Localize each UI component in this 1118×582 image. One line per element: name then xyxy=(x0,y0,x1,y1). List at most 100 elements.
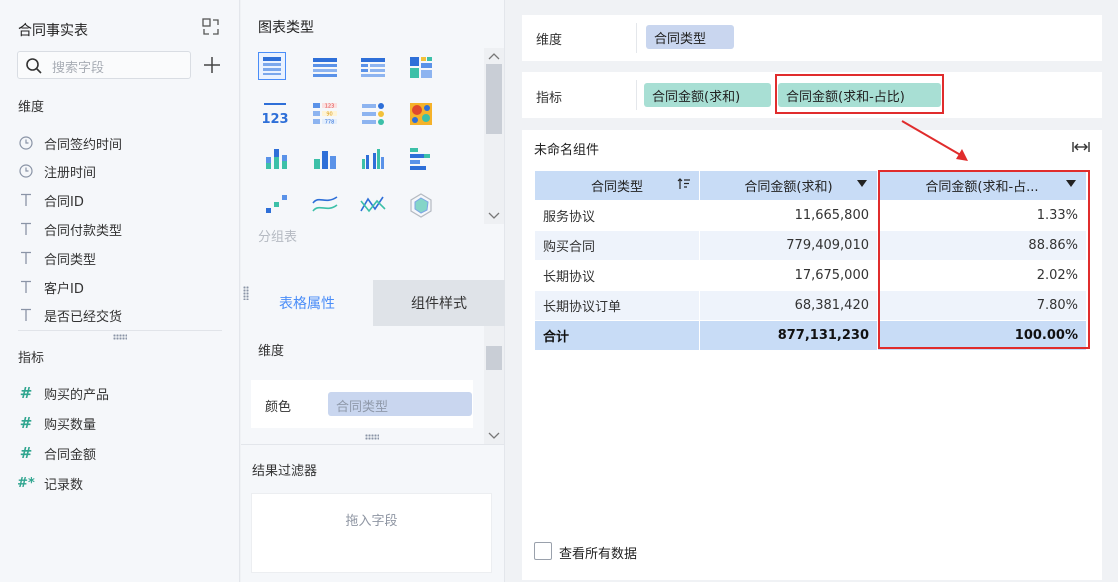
field-item-contract-id[interactable]: 合同ID xyxy=(18,189,84,211)
field-item-contract-sign-time[interactable]: 合同签约时间 xyxy=(18,132,122,154)
group-table-icon[interactable] xyxy=(311,54,339,82)
chart-type-scrollbar[interactable] xyxy=(484,48,504,224)
svg-text:778: 778 xyxy=(325,120,335,126)
section-divider xyxy=(18,330,222,331)
resize-grip-icon[interactable] xyxy=(365,434,379,440)
indicator-card-icon[interactable] xyxy=(359,100,387,128)
field-label: 记录数 xyxy=(44,477,84,493)
property-dimension-label: 维度 xyxy=(258,344,285,359)
column-header-amount-sum[interactable]: 合同金额(求和) xyxy=(699,170,878,201)
line-chart-icon[interactable] xyxy=(311,191,339,219)
canvas-panel: 维度 合同类型 指标 合同金额(求和) 合同金额(求和-占比) 未命名组件 合同… xyxy=(506,0,1118,582)
metric-item-products[interactable]: # 购买的产品 xyxy=(18,382,109,404)
color-field-pill[interactable]: 合同类型 xyxy=(328,392,472,416)
field-item-delivered[interactable]: 是否已经交货 xyxy=(18,304,122,326)
widget-title: 未命名组件 xyxy=(534,143,600,158)
metric-item-contract-amount[interactable]: # 合同金额 xyxy=(18,442,96,464)
annotation-arrow-icon xyxy=(901,120,968,161)
dimension-field-pill[interactable]: 合同类型 xyxy=(646,25,734,49)
text-type-icon xyxy=(18,279,34,295)
cell-total-label: 合计 xyxy=(534,320,700,351)
horizontal-bar-icon[interactable] xyxy=(407,145,435,173)
cell-type: 长期协议 xyxy=(534,260,700,291)
svg-text:123: 123 xyxy=(262,112,289,127)
field-label: 购买数量 xyxy=(44,417,97,433)
detail-table-icon[interactable] xyxy=(258,52,286,80)
search-icon xyxy=(25,57,43,75)
dimension-section-label: 维度 xyxy=(18,100,45,115)
field-label: 是否已经交货 xyxy=(44,309,123,325)
field-item-register-time[interactable]: 注册时间 xyxy=(18,160,96,182)
dimension-slot-label: 维度 xyxy=(536,33,563,48)
column-header-contract-type[interactable]: 合同类型 xyxy=(534,170,700,201)
field-item-payment-type[interactable]: 合同付款类型 xyxy=(18,218,122,240)
scrollbar-thumb[interactable] xyxy=(486,64,502,134)
cell-amount: 779,409,010 xyxy=(699,230,878,261)
dataset-title: 合同事实表 xyxy=(18,23,88,39)
dropdown-caret-icon[interactable] xyxy=(857,180,867,187)
text-type-icon xyxy=(18,307,34,323)
drop-placeholder: 拖入字段 xyxy=(345,514,398,529)
color-label: 颜色 xyxy=(265,400,292,415)
highlight-box xyxy=(878,170,1090,349)
metric-item-record-count[interactable]: #* 记录数 xyxy=(17,472,84,494)
resize-grip-icon[interactable] xyxy=(113,334,127,340)
cell-total-amount: 877,131,230 xyxy=(699,320,878,351)
chart-type-name: 分组表 xyxy=(258,230,298,245)
slot-separator xyxy=(636,80,637,110)
field-label: 合同金额 xyxy=(44,447,97,463)
hash-icon: # xyxy=(19,444,33,462)
tab-component-style[interactable]: 组件样式 xyxy=(373,280,505,326)
drag-handle-icon[interactable] xyxy=(243,286,249,300)
cell-amount: 11,665,800 xyxy=(699,200,878,231)
text-type-icon xyxy=(18,192,34,208)
metric-field-pill-sum[interactable]: 合同金额(求和) xyxy=(644,83,771,107)
field-item-contract-type[interactable]: 合同类型 xyxy=(18,247,96,269)
dimension-slot[interactable]: 维度 合同类型 xyxy=(522,15,1102,61)
highlight-box xyxy=(775,74,944,114)
filter-drop-zone[interactable]: 拖入字段 xyxy=(251,493,492,573)
view-all-data-label: 查看所有数据 xyxy=(559,547,638,562)
heatmap-icon[interactable] xyxy=(407,100,435,128)
expand-width-icon[interactable] xyxy=(1072,140,1090,154)
scrollbar-thumb[interactable] xyxy=(486,346,502,370)
property-tabs: 表格属性 组件样式 xyxy=(241,280,505,326)
svg-text:90: 90 xyxy=(326,112,332,118)
chart-config-panel: 图表类型 123 123 90 778 分组表 表格属性 组件样式 维度 颜色 … xyxy=(241,0,505,582)
sort-icon[interactable] xyxy=(677,177,691,191)
property-scrollbar[interactable] xyxy=(484,326,504,444)
section-divider xyxy=(241,444,505,445)
metric-item-quantity[interactable]: # 购买数量 xyxy=(18,412,96,434)
view-all-data-checkbox[interactable] xyxy=(534,542,552,560)
hash-icon: # xyxy=(19,384,33,402)
cell-type: 长期协议订单 xyxy=(534,290,700,321)
clock-icon xyxy=(18,135,34,151)
cell-amount: 68,381,420 xyxy=(699,290,878,321)
field-label: 合同ID xyxy=(44,194,84,210)
cell-amount: 17,675,000 xyxy=(699,260,878,291)
multi-kpi-icon[interactable]: 123 90 778 xyxy=(311,100,339,128)
switch-dataset-icon[interactable] xyxy=(201,17,221,37)
area-line-icon[interactable] xyxy=(359,191,387,219)
metric-slot[interactable]: 指标 合同金额(求和) 合同金额(求和-占比) xyxy=(522,72,1102,118)
clock-icon xyxy=(18,163,34,179)
column-chart-icon[interactable] xyxy=(311,145,339,173)
treemap-icon[interactable] xyxy=(407,54,435,82)
stacked-bar-icon[interactable] xyxy=(263,145,291,173)
cross-table-icon[interactable] xyxy=(359,54,387,82)
kpi-number-icon[interactable]: 123 xyxy=(262,101,290,129)
slot-separator xyxy=(636,23,637,53)
field-label: 合同付款类型 xyxy=(44,223,123,239)
add-field-icon[interactable] xyxy=(203,56,221,74)
table-widget: 未命名组件 合同类型 合同金额(求和) 合同金额(求和-占... 服务协议 11… xyxy=(522,130,1102,580)
field-label: 购买的产品 xyxy=(44,387,110,403)
field-label: 客户ID xyxy=(44,281,84,297)
grouped-bar-icon[interactable] xyxy=(359,145,387,173)
scatter-step-icon[interactable] xyxy=(263,191,291,219)
field-search-input[interactable]: 搜索字段 xyxy=(17,51,191,79)
radar-chart-icon[interactable] xyxy=(407,191,435,219)
tab-table-properties[interactable]: 表格属性 xyxy=(241,280,373,326)
hash-count-icon: #* xyxy=(17,475,35,491)
chart-type-title: 图表类型 xyxy=(258,20,314,36)
field-item-customer-id[interactable]: 客户ID xyxy=(18,276,84,298)
